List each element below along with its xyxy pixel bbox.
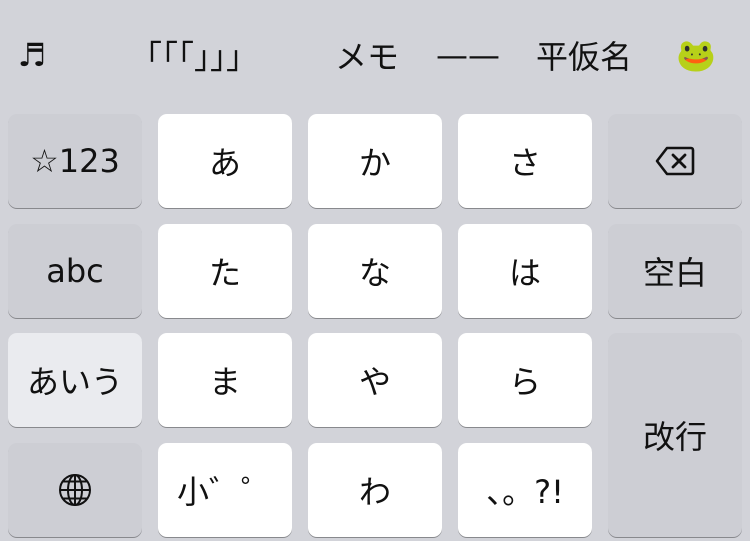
- candidate-bar: ♬ 「「「」」」 メモ —— 平仮名 🐸: [0, 0, 750, 108]
- key-ka-row[interactable]: か: [308, 114, 442, 208]
- delete-backspace-icon: [655, 146, 695, 176]
- globe-icon: [59, 474, 91, 506]
- space-key[interactable]: 空白: [608, 224, 742, 318]
- key-na-row[interactable]: な: [308, 224, 442, 318]
- globe-key[interactable]: [8, 443, 142, 537]
- key-ha-row[interactable]: は: [458, 224, 592, 318]
- key-ya-row[interactable]: や: [308, 333, 442, 427]
- candidate-frog-emoji[interactable]: 🐸: [670, 30, 722, 80]
- candidate-dash[interactable]: ——: [436, 30, 500, 80]
- delete-key[interactable]: [608, 114, 742, 208]
- number-mode-key[interactable]: ☆123: [8, 114, 142, 208]
- punctuation-key[interactable]: 、。?!: [458, 443, 592, 537]
- small-dakuten-key[interactable]: 小゛゜: [158, 443, 292, 537]
- key-a-row[interactable]: あ: [158, 114, 292, 208]
- candidate-music[interactable]: ♬: [10, 30, 54, 80]
- candidate-memo[interactable]: メモ: [332, 30, 402, 80]
- key-ra-row[interactable]: ら: [458, 333, 592, 427]
- abc-mode-key[interactable]: abc: [8, 224, 142, 318]
- candidate-brackets[interactable]: 「「「」」」: [104, 30, 284, 80]
- key-wa-row[interactable]: わ: [308, 443, 442, 537]
- key-ma-row[interactable]: ま: [158, 333, 292, 427]
- kana-mode-key[interactable]: あいう: [8, 333, 142, 427]
- key-sa-row[interactable]: さ: [458, 114, 592, 208]
- key-ta-row[interactable]: た: [158, 224, 292, 318]
- enter-key[interactable]: 改行: [608, 333, 742, 537]
- candidate-hiragana[interactable]: 平仮名: [532, 30, 636, 80]
- japanese-kana-keyboard: ♬ 「「「」」」 メモ —— 平仮名 🐸 ☆123 あ か さ abc た な …: [0, 0, 750, 541]
